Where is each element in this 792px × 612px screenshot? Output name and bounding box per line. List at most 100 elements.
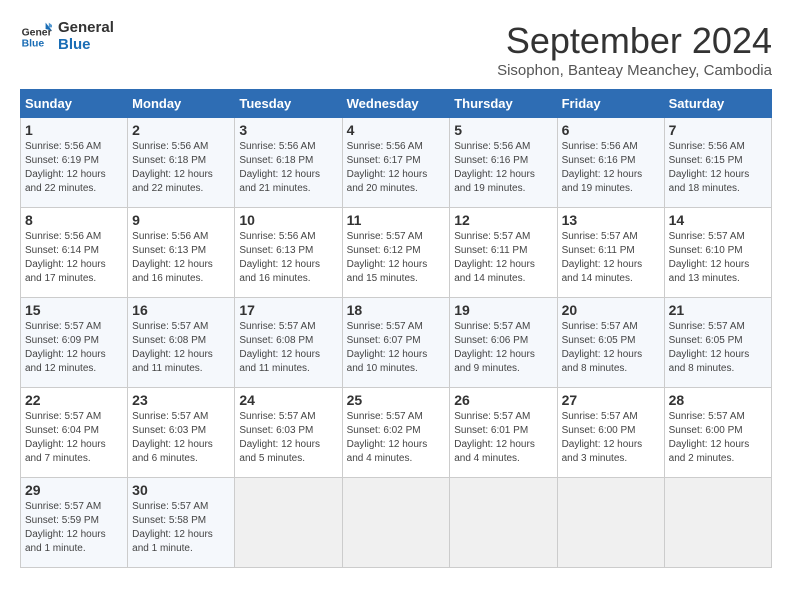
calendar-day-cell: 5 Sunrise: 5:56 AM Sunset: 6:16 PM Daylig… xyxy=(450,118,557,208)
day-detail: Sunrise: 5:56 AM Sunset: 6:19 PM Dayligh… xyxy=(25,140,123,196)
calendar-day-cell: 30 Sunrise: 5:57 AM Sunset: 5:58 PM Dayli… xyxy=(128,478,235,568)
calendar-day-cell: 24 Sunrise: 5:57 AM Sunset: 6:03 PM Dayli… xyxy=(235,388,342,478)
calendar-day-cell: 19 Sunrise: 5:57 AM Sunset: 6:06 PM Dayli… xyxy=(450,298,557,388)
calendar-day-cell: 15 Sunrise: 5:57 AM Sunset: 6:09 PM Dayli… xyxy=(21,298,128,388)
day-detail: Sunrise: 5:57 AM Sunset: 6:09 PM Dayligh… xyxy=(25,320,123,376)
calendar-header-cell: Tuesday xyxy=(235,90,342,118)
day-number: 9 xyxy=(132,212,230,228)
calendar-day-cell: 23 Sunrise: 5:57 AM Sunset: 6:03 PM Dayli… xyxy=(128,388,235,478)
day-detail: Sunrise: 5:56 AM Sunset: 6:17 PM Dayligh… xyxy=(347,140,446,196)
day-detail: Sunrise: 5:57 AM Sunset: 6:03 PM Dayligh… xyxy=(132,410,230,466)
day-detail: Sunrise: 5:56 AM Sunset: 6:13 PM Dayligh… xyxy=(239,230,337,286)
day-number: 28 xyxy=(669,392,767,408)
calendar-day-cell xyxy=(450,478,557,568)
day-detail: Sunrise: 5:57 AM Sunset: 6:00 PM Dayligh… xyxy=(562,410,660,466)
day-detail: Sunrise: 5:57 AM Sunset: 5:59 PM Dayligh… xyxy=(25,500,123,556)
day-detail: Sunrise: 5:57 AM Sunset: 6:02 PM Dayligh… xyxy=(347,410,446,466)
calendar-header-cell: Thursday xyxy=(450,90,557,118)
calendar-day-cell: 10 Sunrise: 5:56 AM Sunset: 6:13 PM Dayli… xyxy=(235,208,342,298)
day-number: 20 xyxy=(562,302,660,318)
day-number: 15 xyxy=(25,302,123,318)
day-detail: Sunrise: 5:57 AM Sunset: 6:11 PM Dayligh… xyxy=(454,230,552,286)
day-detail: Sunrise: 5:57 AM Sunset: 6:08 PM Dayligh… xyxy=(239,320,337,376)
day-number: 8 xyxy=(25,212,123,228)
day-number: 3 xyxy=(239,122,337,138)
calendar-day-cell: 7 Sunrise: 5:56 AM Sunset: 6:15 PM Daylig… xyxy=(664,118,771,208)
day-number: 26 xyxy=(454,392,552,408)
calendar-day-cell: 12 Sunrise: 5:57 AM Sunset: 6:11 PM Dayli… xyxy=(450,208,557,298)
calendar-day-cell: 4 Sunrise: 5:56 AM Sunset: 6:17 PM Daylig… xyxy=(342,118,450,208)
logo: General Blue General Blue xyxy=(20,20,114,53)
day-detail: Sunrise: 5:56 AM Sunset: 6:14 PM Dayligh… xyxy=(25,230,123,286)
day-detail: Sunrise: 5:57 AM Sunset: 6:10 PM Dayligh… xyxy=(669,230,767,286)
calendar-week-row: 15 Sunrise: 5:57 AM Sunset: 6:09 PM Dayli… xyxy=(21,298,772,388)
day-number: 27 xyxy=(562,392,660,408)
title-section: September 2024 Sisophon, Banteay Meanche… xyxy=(497,20,772,79)
calendar-day-cell: 8 Sunrise: 5:56 AM Sunset: 6:14 PM Daylig… xyxy=(21,208,128,298)
calendar-day-cell: 27 Sunrise: 5:57 AM Sunset: 6:00 PM Dayli… xyxy=(557,388,664,478)
day-detail: Sunrise: 5:57 AM Sunset: 6:11 PM Dayligh… xyxy=(562,230,660,286)
day-number: 23 xyxy=(132,392,230,408)
day-detail: Sunrise: 5:57 AM Sunset: 6:03 PM Dayligh… xyxy=(239,410,337,466)
day-detail: Sunrise: 5:57 AM Sunset: 6:06 PM Dayligh… xyxy=(454,320,552,376)
day-number: 14 xyxy=(669,212,767,228)
day-detail: Sunrise: 5:56 AM Sunset: 6:18 PM Dayligh… xyxy=(132,140,230,196)
calendar-day-cell: 1Sunrise: 5:56 AM Sunset: 6:19 PM Daylig… xyxy=(21,118,128,208)
day-number: 24 xyxy=(239,392,337,408)
day-number: 17 xyxy=(239,302,337,318)
calendar-day-cell: 22Sunrise: 5:57 AM Sunset: 6:04 PM Dayli… xyxy=(21,388,128,478)
calendar-header-cell: Wednesday xyxy=(342,90,450,118)
day-detail: Sunrise: 5:57 AM Sunset: 6:04 PM Dayligh… xyxy=(25,410,123,466)
day-detail: Sunrise: 5:56 AM Sunset: 6:16 PM Dayligh… xyxy=(562,140,660,196)
calendar-day-cell: 9 Sunrise: 5:56 AM Sunset: 6:13 PM Daylig… xyxy=(128,208,235,298)
logo-icon: General Blue xyxy=(20,21,52,53)
day-detail: Sunrise: 5:57 AM Sunset: 6:08 PM Dayligh… xyxy=(132,320,230,376)
calendar-day-cell: 28 Sunrise: 5:57 AM Sunset: 6:00 PM Dayli… xyxy=(664,388,771,478)
day-number: 10 xyxy=(239,212,337,228)
day-number: 18 xyxy=(347,302,446,318)
calendar-day-cell: 14 Sunrise: 5:57 AM Sunset: 6:10 PM Dayli… xyxy=(664,208,771,298)
calendar-day-cell: 18Sunrise: 5:57 AM Sunset: 6:07 PM Dayli… xyxy=(342,298,450,388)
day-number: 5 xyxy=(454,122,552,138)
day-detail: Sunrise: 5:56 AM Sunset: 6:18 PM Dayligh… xyxy=(239,140,337,196)
calendar-day-cell xyxy=(557,478,664,568)
calendar-header-cell: Monday xyxy=(128,90,235,118)
page-header: General Blue General Blue September 2024… xyxy=(20,20,772,79)
day-number: 7 xyxy=(669,122,767,138)
day-detail: Sunrise: 5:57 AM Sunset: 5:58 PM Dayligh… xyxy=(132,500,230,556)
day-detail: Sunrise: 5:57 AM Sunset: 6:01 PM Dayligh… xyxy=(454,410,552,466)
calendar-table: SundayMondayTuesdayWednesdayThursdayFrid… xyxy=(20,89,772,568)
day-detail: Sunrise: 5:56 AM Sunset: 6:15 PM Dayligh… xyxy=(669,140,767,196)
month-title: September 2024 xyxy=(497,20,772,62)
day-number: 19 xyxy=(454,302,552,318)
day-number: 6 xyxy=(562,122,660,138)
day-number: 13 xyxy=(562,212,660,228)
calendar-day-cell: 3 Sunrise: 5:56 AM Sunset: 6:18 PM Daylig… xyxy=(235,118,342,208)
day-number: 29 xyxy=(25,482,123,498)
day-number: 30 xyxy=(132,482,230,498)
calendar-day-cell: 29 Sunrise: 5:57 AM Sunset: 5:59 PM Dayli… xyxy=(21,478,128,568)
day-detail: Sunrise: 5:57 AM Sunset: 6:05 PM Dayligh… xyxy=(669,320,767,376)
logo-line1: General xyxy=(58,20,114,37)
day-number: 16 xyxy=(132,302,230,318)
calendar-header-cell: Friday xyxy=(557,90,664,118)
day-number: 2 xyxy=(132,122,230,138)
calendar-day-cell: 11Sunrise: 5:57 AM Sunset: 6:12 PM Dayli… xyxy=(342,208,450,298)
location-subtitle: Sisophon, Banteay Meanchey, Cambodia xyxy=(497,62,772,79)
calendar-day-cell xyxy=(235,478,342,568)
day-detail: Sunrise: 5:56 AM Sunset: 6:16 PM Dayligh… xyxy=(454,140,552,196)
day-detail: Sunrise: 5:56 AM Sunset: 6:13 PM Dayligh… xyxy=(132,230,230,286)
calendar-day-cell xyxy=(342,478,450,568)
day-number: 4 xyxy=(347,122,446,138)
day-detail: Sunrise: 5:57 AM Sunset: 6:00 PM Dayligh… xyxy=(669,410,767,466)
calendar-day-cell xyxy=(664,478,771,568)
svg-text:Blue: Blue xyxy=(22,38,45,49)
calendar-day-cell: 13 Sunrise: 5:57 AM Sunset: 6:11 PM Dayli… xyxy=(557,208,664,298)
calendar-day-cell: 2 Sunrise: 5:56 AM Sunset: 6:18 PM Daylig… xyxy=(128,118,235,208)
day-detail: Sunrise: 5:57 AM Sunset: 6:05 PM Dayligh… xyxy=(562,320,660,376)
calendar-day-cell: 21Sunrise: 5:57 AM Sunset: 6:05 PM Dayli… xyxy=(664,298,771,388)
logo-line2: Blue xyxy=(58,37,114,54)
day-number: 12 xyxy=(454,212,552,228)
calendar-week-row: 1Sunrise: 5:56 AM Sunset: 6:19 PM Daylig… xyxy=(21,118,772,208)
calendar-day-cell: 17 Sunrise: 5:57 AM Sunset: 6:08 PM Dayli… xyxy=(235,298,342,388)
